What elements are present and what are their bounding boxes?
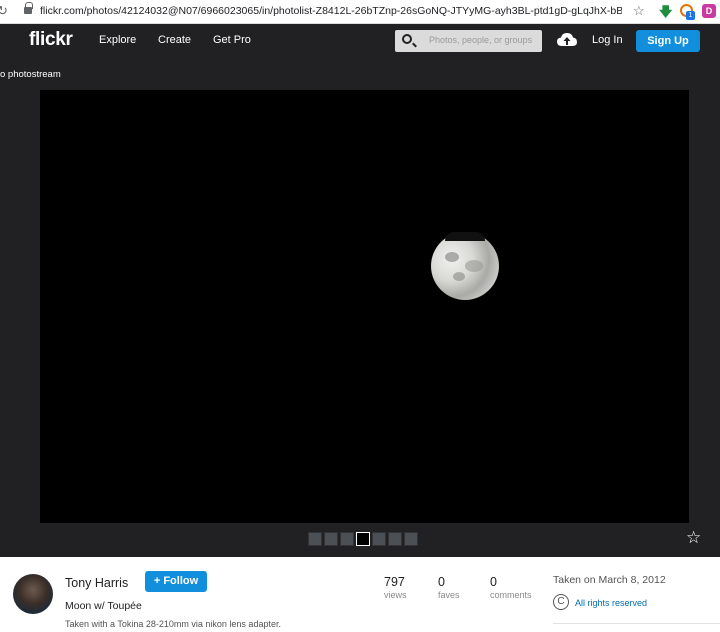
bookmark-star-icon[interactable]: ☆ (633, 3, 645, 19)
stat-value: 797 (384, 575, 405, 589)
owner-name[interactable]: Tony Harris (65, 576, 128, 590)
moon-image (431, 232, 499, 300)
stat-views: 797 views (384, 575, 407, 600)
stat-label: views (384, 590, 407, 600)
search-placeholder[interactable]: Photos, people, or groups (429, 35, 532, 45)
stat-value: 0 (490, 575, 497, 589)
photo-description: Taken with a Tokina 28-210mm via nikon l… (65, 619, 281, 629)
follow-button[interactable]: + Follow (145, 571, 207, 592)
thumbnail[interactable] (340, 532, 354, 546)
owner-avatar[interactable] (13, 574, 53, 614)
reload-icon[interactable]: ↻ (0, 3, 8, 19)
nav-explore[interactable]: Explore (99, 34, 136, 46)
thumbnail[interactable] (308, 532, 322, 546)
thumbnail[interactable] (388, 532, 402, 546)
thumbnail-strip (308, 532, 418, 546)
search-box[interactable]: Photos, people, or groups (395, 30, 542, 52)
login-link[interactable]: Log In (592, 34, 623, 46)
license-link[interactable]: All rights reserved (575, 598, 647, 608)
moon-crater (465, 260, 483, 272)
main-photo[interactable] (40, 90, 689, 523)
photo-title: Moon w/ Toupée (65, 600, 142, 612)
profile-extension-icon[interactable]: D (702, 4, 716, 18)
divider (553, 623, 720, 624)
search-icon[interactable] (402, 34, 412, 44)
moon-crater (445, 252, 459, 262)
stat-comments: 0 comments (490, 575, 532, 600)
moon-toupee (445, 232, 485, 241)
stat-value: 0 (438, 575, 445, 589)
signup-button[interactable]: Sign Up (636, 30, 700, 52)
thumbnail[interactable] (324, 532, 338, 546)
download-extension-icon[interactable]: 🡇 (659, 3, 672, 25)
stat-label: faves (438, 590, 460, 600)
thumbnail[interactable] (372, 532, 386, 546)
nav-create[interactable]: Create (158, 34, 191, 46)
extension-badge: 1 (686, 11, 695, 20)
site-header: flickr Explore Create Get Pro Photos, pe… (0, 24, 720, 58)
flickr-logo[interactable]: flickr (29, 29, 73, 51)
date-taken: Taken on March 8, 2012 (553, 574, 666, 586)
thumbnail[interactable] (404, 532, 418, 546)
thumbnail[interactable] (356, 532, 370, 546)
browser-address-bar: ↻ flickr.com/photos/42124032@N07/6966023… (0, 0, 720, 24)
favorite-star-icon[interactable]: ☆ (686, 528, 701, 548)
url-text[interactable]: flickr.com/photos/42124032@N07/696602306… (40, 5, 622, 17)
stat-faves: 0 faves (438, 575, 460, 600)
copyright-icon: C (553, 594, 569, 610)
photo-stage: o photostream ☆ (0, 58, 720, 557)
photo-info-panel: Tony Harris + Follow Moon w/ Toupée Take… (0, 557, 720, 632)
back-to-photostream-link[interactable]: o photostream (0, 69, 61, 80)
lock-icon[interactable] (24, 2, 33, 14)
moon-crater (453, 272, 465, 281)
stat-label: comments (490, 590, 532, 600)
upload-cloud-icon[interactable] (557, 32, 577, 48)
nav-get-pro[interactable]: Get Pro (213, 34, 251, 46)
